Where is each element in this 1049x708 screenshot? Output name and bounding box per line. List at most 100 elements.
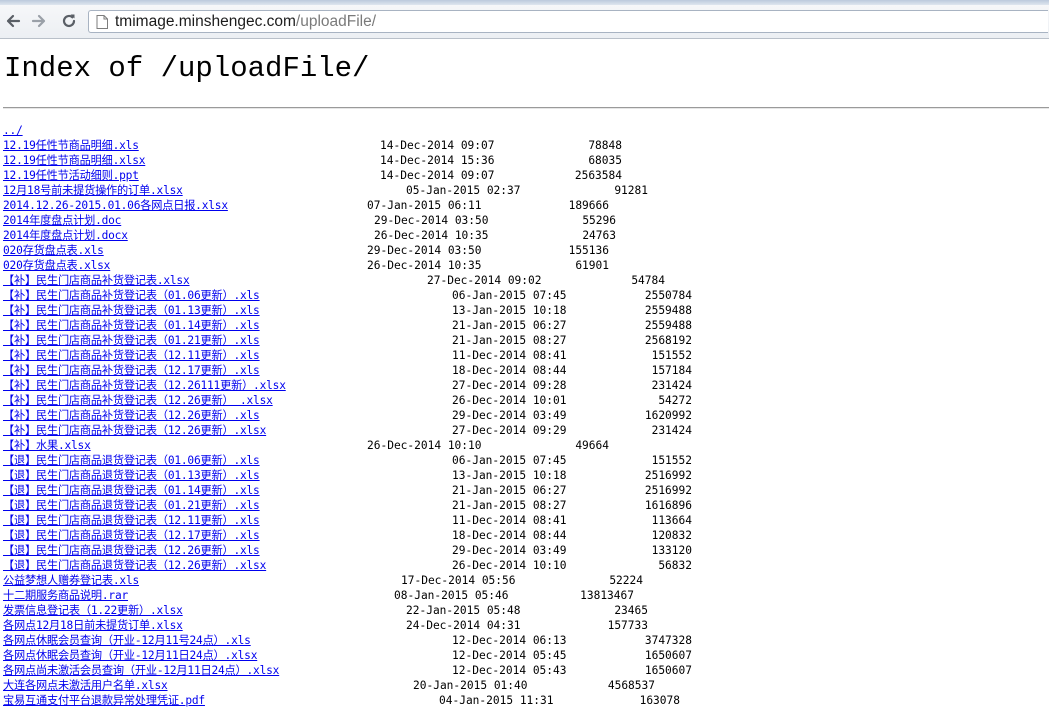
file-size: 2516992	[644, 469, 692, 482]
file-size: 1620992	[644, 409, 692, 422]
page-icon	[96, 15, 108, 29]
file-link[interactable]: 【退】民生门店商品退货登记表（01.13更新）.xls	[3, 468, 260, 483]
file-size: 24763	[582, 229, 616, 242]
file-link[interactable]: 大连各网点未激活用户名单.xlsx	[3, 678, 168, 693]
file-date: 18-Dec-2014 08:44	[452, 529, 567, 542]
file-size: 56832	[658, 559, 692, 572]
file-size: 157184	[651, 364, 692, 377]
file-size: 2550784	[644, 289, 692, 302]
file-link[interactable]: 各网点休眠会员查询（开业-12月11日24点）.xlsx	[3, 648, 257, 663]
reload-button[interactable]	[58, 10, 80, 32]
file-date: 13-Jan-2015 10:18	[452, 469, 567, 482]
file-date: 21-Jan-2015 06:27	[452, 484, 567, 497]
file-date: 21-Jan-2015 06:27	[452, 319, 567, 332]
file-link[interactable]: 【补】民生门店商品补货登记表（12.26更新）.xlsx	[3, 423, 266, 438]
file-date: 14-Dec-2014 09:07	[380, 169, 495, 182]
file-size: 231424	[651, 379, 692, 392]
url-path: /uploadFile/	[295, 13, 377, 30]
file-size: 55296	[582, 214, 616, 227]
file-link[interactable]: 12.19任性节活动细则.ppt	[3, 168, 139, 183]
file-date: 26-Dec-2014 10:10	[452, 559, 567, 572]
file-date: 21-Jan-2015 08:27	[452, 499, 567, 512]
file-link[interactable]: 各网点休眠会员查询（开业-12月11号24点）.xls	[3, 633, 251, 648]
file-link[interactable]: 宝易互通支付平台退款异常处理凭证.pdf	[3, 693, 205, 708]
file-size: 155136	[568, 244, 609, 257]
file-date: 26-Dec-2014 10:35	[374, 229, 489, 242]
file-size: 49664	[575, 439, 609, 452]
file-link[interactable]: 各网点尚未激活会员查询（开业-12月11日24点）.xlsx	[3, 663, 279, 678]
file-date: 18-Dec-2014 08:44	[452, 364, 567, 377]
file-size: 151552	[651, 349, 692, 362]
file-date: 12-Dec-2014 06:13	[452, 634, 567, 647]
file-link[interactable]: 2014年度盘点计划.doc	[3, 213, 121, 228]
address-bar[interactable]: tmimage.minshengec.com/uploadFile/	[88, 10, 1048, 33]
file-link[interactable]: 【退】民生门店商品退货登记表（12.26更新）.xlsx	[3, 558, 266, 573]
file-date: 14-Dec-2014 15:36	[380, 154, 495, 167]
file-link[interactable]: 020存货盘点表.xls	[3, 243, 104, 258]
file-link[interactable]: 【补】民生门店商品补货登记表（12.26更新）.xls	[3, 408, 260, 423]
file-size: 78848	[588, 139, 622, 152]
file-link[interactable]: 【补】民生门店商品补货登记表（12.17更新）.xls	[3, 363, 260, 378]
file-link[interactable]: 【退】民生门店商品退货登记表（12.26更新）.xls	[3, 543, 260, 558]
file-link[interactable]: 020存货盘点表.xlsx	[3, 258, 110, 273]
file-link[interactable]: 【补】民生门店商品补货登记表（12.26111更新）.xlsx	[3, 378, 286, 393]
file-date: 14-Dec-2014 09:07	[380, 139, 495, 152]
file-date: 06-Jan-2015 07:45	[452, 454, 567, 467]
file-date: 08-Jan-2015 05:46	[394, 589, 509, 602]
file-link[interactable]: 12.19任性节商品明细.xls	[3, 138, 139, 153]
file-size: 3747328	[644, 634, 692, 647]
file-link[interactable]: 【补】民生门店商品补货登记表（01.13更新）.xls	[3, 303, 260, 318]
url-host: tmimage.minshengec.com	[115, 13, 296, 30]
file-date: 24-Dec-2014 04:31	[406, 619, 521, 632]
file-date: 26-Dec-2014 10:35	[367, 259, 482, 272]
file-link[interactable]: 【补】民生门店商品补货登记表（01.06更新）.xls	[3, 288, 260, 303]
file-date: 27-Dec-2014 09:28	[452, 379, 567, 392]
file-size: 2563584	[574, 169, 622, 182]
file-link[interactable]: 【退】民生门店商品退货登记表（01.14更新）.xls	[3, 483, 260, 498]
file-link[interactable]: 【补】民生门店商品补货登记表（12.26更新） .xlsx	[3, 393, 273, 408]
file-link[interactable]: 【补】民生门店商品补货登记表（01.14更新）.xls	[3, 318, 260, 333]
file-size: 157733	[607, 619, 648, 632]
file-link[interactable]: 各网点12月18日前未提货订单.xlsx	[3, 618, 183, 633]
file-link[interactable]: 12.19任性节商品明细.xlsx	[3, 153, 145, 168]
file-link[interactable]: 发票信息登记表（1.22更新）.xlsx	[3, 603, 183, 618]
browser-toolbar: tmimage.minshengec.com/uploadFile/	[0, 5, 1049, 39]
reload-icon	[62, 14, 76, 28]
forward-button[interactable]	[28, 10, 50, 32]
file-link[interactable]: 【退】民生门店商品退货登记表（01.21更新）.xls	[3, 498, 260, 513]
file-link[interactable]: 【退】民生门店商品退货登记表（12.17更新）.xls	[3, 528, 260, 543]
file-link[interactable]: 12月18号前未提货操作的订单.xlsx	[3, 183, 183, 198]
file-size: 91281	[614, 184, 648, 197]
file-size: 61901	[575, 259, 609, 272]
file-link[interactable]: 【补】水果.xlsx	[3, 438, 91, 453]
parent-directory-link[interactable]: ../	[3, 123, 23, 138]
file-link[interactable]: 【退】民生门店商品退货登记表（12.11更新）.xls	[3, 513, 260, 528]
file-date: 17-Dec-2014 05:56	[401, 574, 516, 587]
file-date: 26-Dec-2014 10:01	[452, 394, 567, 407]
file-size: 151552	[651, 454, 692, 467]
file-link[interactable]: 【退】民生门店商品退货登记表（01.06更新）.xls	[3, 453, 260, 468]
file-link[interactable]: 十二期服务商品说明.rar	[3, 588, 128, 603]
file-date: 13-Jan-2015 10:18	[452, 304, 567, 317]
file-size: 1650607	[644, 649, 692, 662]
file-link[interactable]: 2014年度盘点计划.docx	[3, 228, 128, 243]
file-link[interactable]: 【补】民生门店商品补货登记表（12.11更新）.xls	[3, 348, 260, 363]
file-size: 13813467	[580, 589, 634, 602]
file-size: 1650607	[644, 664, 692, 677]
file-size: 189666	[568, 199, 609, 212]
file-size: 120832	[651, 529, 692, 542]
file-date: 26-Dec-2014 10:10	[367, 439, 482, 452]
file-link[interactable]: 【补】民生门店商品补货登记表.xlsx	[3, 273, 190, 288]
file-link[interactable]: 公益梦想人赠券登记表.xls	[3, 573, 139, 588]
file-size: 163078	[639, 694, 680, 707]
file-link[interactable]: 【补】民生门店商品补货登记表（01.21更新）.xls	[3, 333, 260, 348]
file-date: 22-Jan-2015 05:48	[406, 604, 521, 617]
back-button[interactable]	[2, 10, 24, 32]
file-date: 05-Jan-2015 02:37	[406, 184, 521, 197]
file-size: 23465	[614, 604, 648, 617]
file-size: 2559488	[644, 319, 692, 332]
file-link[interactable]: 2014.12.26-2015.01.06各网点日报.xlsx	[3, 198, 228, 213]
arrow-right-icon	[31, 14, 46, 28]
file-size: 52224	[609, 574, 643, 587]
file-date: 11-Dec-2014 08:41	[452, 514, 567, 527]
